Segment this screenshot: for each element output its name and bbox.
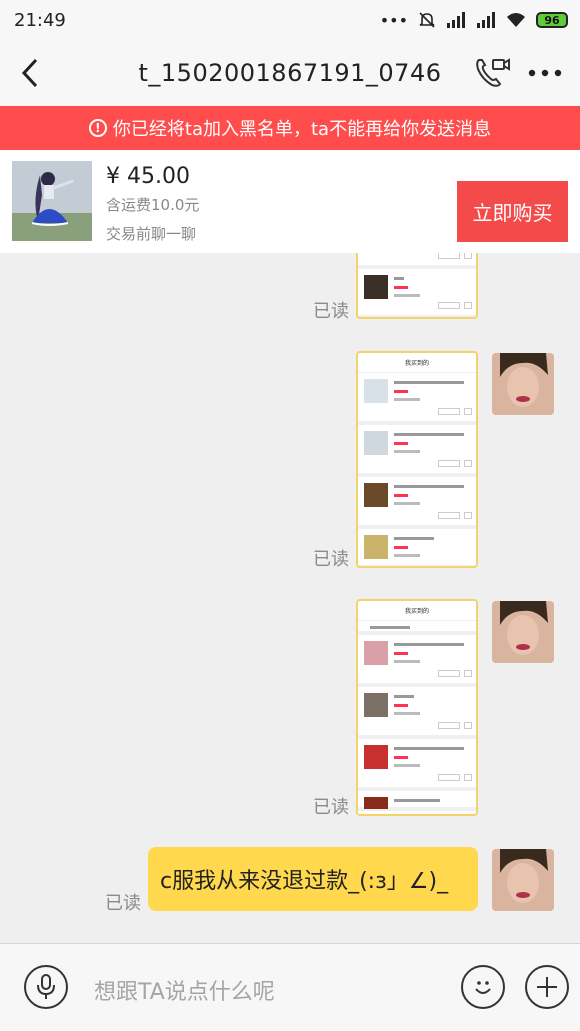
signal-icon-2: [477, 12, 495, 28]
read-status-2: 已读: [313, 549, 349, 570]
video-call-icon[interactable]: [474, 56, 510, 90]
banner-text: 你已经将ta加入黑名单，ta不能再给你发送消息: [112, 119, 492, 140]
read-status-3: 已读: [313, 797, 349, 818]
product-photo: [12, 161, 92, 241]
input-bar: 想跟TA说点什么呢: [0, 943, 580, 1031]
wifi-icon: [507, 13, 525, 27]
blacklist-banner: ! 你已经将ta加入黑名单，ta不能再给你发送消息: [0, 106, 580, 150]
status-icons: ••• 96: [380, 11, 568, 30]
status-bar: 21:49 ••• 96: [0, 0, 580, 40]
mute-bell-icon: [419, 12, 435, 28]
message-bubble-text[interactable]: c服我从来没退过款_(:з」∠)_: [148, 847, 478, 911]
chat-header: t_1502001867191_0746: [0, 40, 580, 106]
add-icon: [537, 977, 557, 997]
back-icon: [21, 58, 38, 88]
product-shipping: 含运费10.0元: [106, 196, 200, 214]
product-card[interactable]: ¥ 45.00 含运费10.0元 交易前聊一聊 立即购买: [0, 150, 580, 253]
product-price: ¥ 45.00: [106, 164, 190, 189]
signal-icon: [447, 12, 465, 28]
more-icon[interactable]: [528, 69, 562, 77]
message-image-1[interactable]: [356, 253, 478, 319]
chat-area[interactable]: 已读 我买到的 已读 我买到的 已读 c服我从来没退过款_(:з」∠)_ 已读: [0, 253, 580, 943]
buy-now-button[interactable]: 立即购买: [457, 181, 568, 242]
back-button[interactable]: [0, 40, 60, 106]
add-button[interactable]: [525, 965, 569, 1009]
emoji-button[interactable]: [461, 965, 505, 1009]
message-image-2[interactable]: 我买到的: [356, 351, 478, 568]
product-image[interactable]: [12, 161, 92, 241]
avatar[interactable]: [492, 849, 554, 911]
message-input[interactable]: 想跟TA说点什么呢: [94, 974, 275, 1006]
emoji-icon: [475, 981, 491, 994]
avatar[interactable]: [492, 353, 554, 415]
notification-dots-icon: •••: [379, 10, 408, 30]
screenshot-header: 我买到的: [358, 353, 476, 373]
read-status-4: 已读: [105, 893, 141, 914]
voice-button[interactable]: [24, 965, 68, 1009]
voice-icon: [37, 974, 55, 999]
info-icon: !: [88, 119, 107, 137]
message-image-3[interactable]: 我买到的: [356, 599, 478, 816]
screenshot-header: 我买到的: [358, 601, 476, 621]
battery-icon: 96: [536, 12, 568, 28]
read-status-1: 已读: [313, 301, 349, 322]
avatar[interactable]: [492, 601, 554, 663]
status-time: 21:49: [14, 9, 66, 31]
product-chat-hint: 交易前聊一聊: [106, 225, 197, 243]
